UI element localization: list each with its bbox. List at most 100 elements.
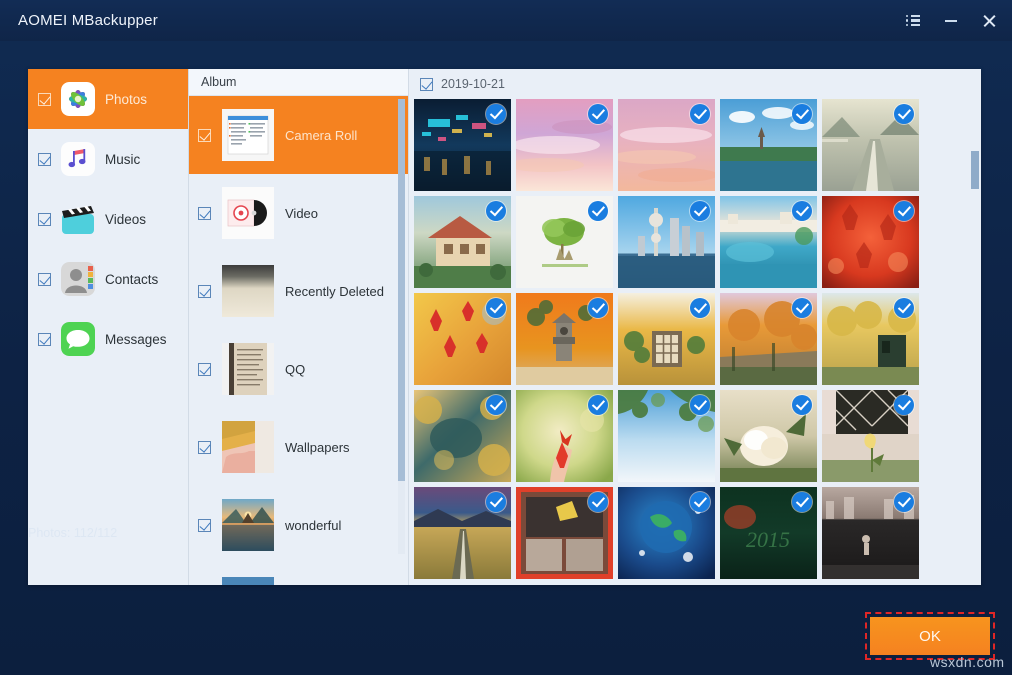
videos-checkbox[interactable]	[38, 213, 51, 226]
album-item-video[interactable]: Video	[189, 174, 408, 252]
album-checkbox[interactable]	[198, 285, 211, 298]
photo-thumbnail[interactable]	[516, 293, 613, 385]
photo-check-icon[interactable]	[690, 395, 710, 415]
photo-thumbnail[interactable]	[720, 196, 817, 288]
album-item-camera-roll[interactable]: Camera Roll	[189, 96, 408, 174]
photo-check-icon[interactable]	[894, 298, 914, 318]
messages-checkbox[interactable]	[38, 333, 51, 346]
watermark-text: wsxdn.com	[930, 654, 1005, 670]
photo-thumbnail[interactable]	[618, 390, 715, 482]
album-item-recently-deleted[interactable]: Recently Deleted	[189, 252, 408, 330]
photo-check-icon[interactable]	[894, 492, 914, 512]
photo-check-icon[interactable]	[588, 395, 608, 415]
photo-check-icon[interactable]	[792, 395, 812, 415]
photo-thumbnail[interactable]	[720, 293, 817, 385]
photo-grid-column: 2019-10-21	[408, 69, 981, 585]
photos-icon	[61, 82, 95, 116]
photos-checkbox[interactable]	[38, 93, 51, 106]
photo-check-icon[interactable]	[690, 298, 710, 318]
photo-check-icon[interactable]	[588, 298, 608, 318]
sidebar-item-contacts[interactable]: Contacts	[28, 249, 188, 309]
photo-check-icon[interactable]	[486, 201, 506, 221]
album-checkbox[interactable]	[198, 129, 211, 142]
photo-thumbnail[interactable]	[414, 293, 511, 385]
photo-check-icon[interactable]	[894, 395, 914, 415]
album-checkbox[interactable]	[198, 441, 211, 454]
photo-thumbnail[interactable]: 2015	[720, 487, 817, 579]
album-item-wallpapers[interactable]: Wallpapers	[189, 408, 408, 486]
photo-thumbnail[interactable]	[720, 390, 817, 482]
ok-button[interactable]: OK	[870, 617, 990, 655]
photo-thumbnail[interactable]	[414, 196, 511, 288]
album-item-wonderful[interactable]: wonderful	[189, 486, 408, 564]
photo-thumbnail[interactable]	[414, 487, 511, 579]
sidebar-item-messages[interactable]: Messages	[28, 309, 188, 369]
list-view-icon[interactable]	[894, 0, 932, 41]
photo-thumbnail[interactable]	[618, 293, 715, 385]
photo-check-icon[interactable]	[792, 201, 812, 221]
photo-check-icon[interactable]	[894, 201, 914, 221]
photo-thumbnail[interactable]	[822, 196, 919, 288]
photo-thumbnail[interactable]	[618, 487, 715, 579]
album-scrollbar-thumb[interactable]	[398, 99, 405, 481]
photo-check-icon[interactable]	[792, 298, 812, 318]
photo-thumbnail[interactable]	[822, 487, 919, 579]
photo-check-icon[interactable]	[588, 492, 608, 512]
photo-thumbnail[interactable]	[516, 99, 613, 191]
photo-thumbnail[interactable]	[516, 487, 613, 579]
sidebar-item-music[interactable]: Music	[28, 129, 188, 189]
photo-thumbnail[interactable]	[618, 99, 715, 191]
album-item-partial[interactable]	[189, 564, 408, 585]
photo-scrollbar-track[interactable]	[971, 69, 979, 585]
album-thumbnail	[222, 421, 274, 473]
photo-check-icon[interactable]	[486, 104, 506, 124]
photo-check-icon[interactable]	[894, 104, 914, 124]
album-checkbox[interactable]	[198, 363, 211, 376]
photo-thumbnail[interactable]	[720, 99, 817, 191]
sidebar-item-label: Videos	[105, 212, 146, 227]
app-title: AOMEI MBackupper	[18, 12, 158, 29]
album-item-qq[interactable]: QQ	[189, 330, 408, 408]
photo-thumbnail[interactable]	[822, 293, 919, 385]
photo-check-icon[interactable]	[792, 492, 812, 512]
videos-icon	[61, 202, 95, 236]
photo-check-icon[interactable]	[588, 104, 608, 124]
ok-button-highlight: OK	[865, 612, 995, 660]
sidebar-item-photos[interactable]: Photos	[28, 69, 188, 129]
photo-thumbnail[interactable]	[822, 99, 919, 191]
photo-check-icon[interactable]	[486, 492, 506, 512]
photo-thumbnail[interactable]	[516, 390, 613, 482]
photo-check-icon[interactable]	[486, 395, 506, 415]
photo-check-icon[interactable]	[690, 201, 710, 221]
sidebar-item-label: Contacts	[105, 272, 158, 287]
photo-thumbnail[interactable]	[414, 390, 511, 482]
content-panels: Photos Music	[28, 69, 981, 585]
close-icon[interactable]	[970, 0, 1008, 41]
album-thumbnail	[222, 499, 274, 551]
contacts-icon	[61, 262, 95, 296]
album-thumbnail	[222, 109, 274, 161]
album-checkbox[interactable]	[198, 207, 211, 220]
footer-bar	[0, 585, 1012, 675]
album-thumbnail	[222, 343, 274, 395]
photo-check-icon[interactable]	[690, 104, 710, 124]
date-group-checkbox[interactable]	[420, 78, 433, 91]
photo-check-icon[interactable]	[792, 104, 812, 124]
sidebar-item-label: Photos	[105, 92, 147, 107]
photo-check-icon[interactable]	[588, 201, 608, 221]
photo-check-icon[interactable]	[486, 298, 506, 318]
music-checkbox[interactable]	[38, 153, 51, 166]
status-text: Photos: 112/112	[28, 526, 117, 540]
photo-thumbnail[interactable]	[516, 196, 613, 288]
photo-thumbnail[interactable]	[618, 196, 715, 288]
album-checkbox[interactable]	[198, 519, 211, 532]
minimize-icon[interactable]	[932, 0, 970, 41]
photo-grid: 2015	[414, 99, 969, 579]
application-window: AOMEI MBackupper	[0, 0, 1012, 675]
photo-check-icon[interactable]	[690, 492, 710, 512]
photo-thumbnail[interactable]	[822, 390, 919, 482]
photo-scrollbar-thumb[interactable]	[971, 151, 979, 189]
sidebar-item-videos[interactable]: Videos	[28, 189, 188, 249]
photo-thumbnail[interactable]	[414, 99, 511, 191]
contacts-checkbox[interactable]	[38, 273, 51, 286]
